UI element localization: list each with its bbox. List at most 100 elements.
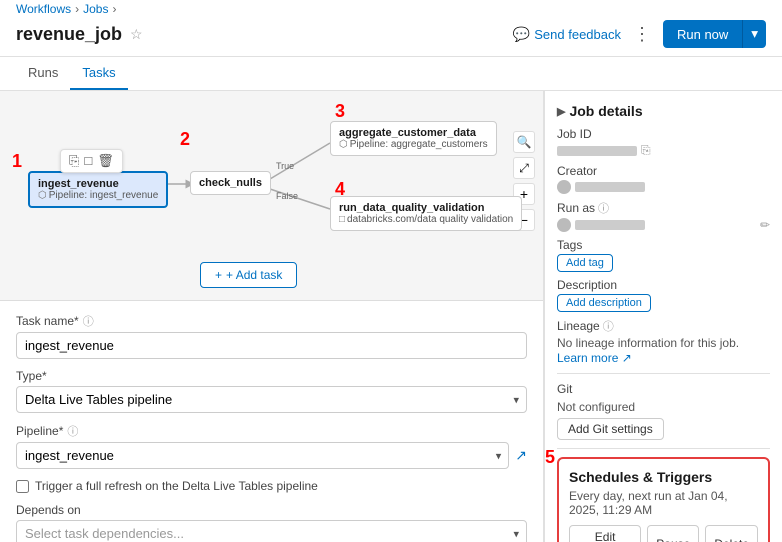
schedules-title: Schedules & Triggers — [569, 469, 758, 485]
add-task-button[interactable]: + + Add task — [200, 262, 297, 288]
run-now-group: Run now ▾ — [663, 20, 766, 48]
type-label: Type* — [16, 369, 527, 383]
page-title: revenue_job — [16, 24, 122, 45]
edit-trigger-button[interactable]: Edit trigger — [569, 525, 641, 542]
delete-button[interactable]: Delete — [705, 525, 758, 542]
add-task-label: + Add task — [226, 268, 282, 282]
type-select[interactable]: Delta Live Tables pipeline — [16, 386, 527, 413]
creator-value — [557, 180, 770, 194]
pipeline-info-icon[interactable]: ⓘ — [67, 423, 78, 439]
lineage-label: Lineage ⓘ — [557, 318, 770, 334]
task-name-label: Task name* ⓘ — [16, 313, 527, 329]
pipeline-select[interactable]: ingest_revenue — [16, 442, 509, 469]
learn-more-link[interactable]: Learn more ↗ — [557, 351, 632, 365]
depends-on-select[interactable]: Select task dependencies... — [16, 520, 527, 542]
plus-icon: + — [215, 268, 222, 282]
form-type: Type* Delta Live Tables pipeline ▾ — [16, 369, 527, 413]
pause-button[interactable]: Pause — [647, 525, 699, 542]
job-id-value: ⎘ — [557, 143, 770, 158]
run-as-edit-icon[interactable]: ✏ — [760, 218, 770, 232]
run-as-value: ✏ — [557, 218, 770, 232]
divider-1 — [557, 373, 770, 374]
git-label: Git — [557, 382, 770, 396]
node-data-quality[interactable]: run_data_quality_validation □ databricks… — [330, 196, 522, 231]
copy-icon[interactable]: ⎘ — [69, 153, 79, 169]
feedback-label: Send feedback — [534, 27, 621, 42]
breadcrumb-workflows[interactable]: Workflows — [16, 2, 71, 16]
svg-text:True: True — [276, 161, 294, 171]
edit-node-icon[interactable]: □ — [84, 153, 92, 169]
divider-2 — [557, 448, 770, 449]
tab-tasks[interactable]: Tasks — [70, 57, 127, 90]
schedules-actions: Edit trigger Pause Delete — [569, 525, 758, 542]
breadcrumb-sep2: › — [112, 2, 116, 16]
step-1: 1 — [12, 151, 22, 172]
run-now-button[interactable]: Run now — [663, 20, 742, 48]
fit-view-tool[interactable]: ⤢ — [513, 157, 535, 179]
add-git-settings-button[interactable]: Add Git settings — [557, 418, 664, 440]
job-id-row: Job ID ⎘ — [557, 127, 770, 158]
run-as-row: Run as ⓘ ✏ — [557, 200, 770, 232]
description-label: Description — [557, 278, 770, 292]
lineage-info-icon[interactable]: ⓘ — [603, 318, 614, 334]
run-as-label: Run as ⓘ — [557, 200, 770, 216]
breadcrumb-jobs[interactable]: Jobs — [83, 2, 108, 16]
creator-row: Creator — [557, 164, 770, 194]
feedback-icon: 💬 — [513, 26, 530, 43]
run-as-info-icon[interactable]: ⓘ — [598, 200, 609, 216]
job-details-title: ▶ Job details — [557, 103, 770, 119]
depends-on-label: Depends on — [16, 503, 527, 517]
right-panel: ▶ Job details Job ID ⎘ Creator — [544, 91, 782, 542]
run-now-dropdown-button[interactable]: ▾ — [742, 20, 766, 48]
node-title: ingest_revenue — [38, 178, 158, 190]
node-toolbar: ⎘ □ 🗑 — [60, 149, 123, 173]
git-text: Not configured — [557, 400, 770, 414]
step-3: 3 — [335, 101, 345, 122]
feedback-button[interactable]: 💬 Send feedback — [513, 26, 621, 43]
tags-label: Tags — [557, 238, 770, 252]
job-id-label: Job ID — [557, 127, 770, 141]
zoom-search-tool[interactable]: 🔍 — [513, 131, 535, 153]
lineage-row: Lineage ⓘ No lineage information for thi… — [557, 318, 770, 365]
schedules-section: 5 Schedules & Triggers Every day, next r… — [557, 457, 770, 542]
star-icon[interactable]: ☆ — [130, 26, 143, 43]
pipeline-label: Pipeline* ⓘ — [16, 423, 527, 439]
node-title-check: check_nulls — [199, 177, 262, 189]
svg-text:False: False — [276, 191, 298, 201]
node-title-quality: run_data_quality_validation — [339, 202, 513, 214]
node-check-nulls[interactable]: check_nulls — [190, 171, 271, 195]
job-id-copy-icon[interactable]: ⎘ — [641, 143, 651, 158]
node-sub: ⬡ Pipeline: ingest_revenue — [38, 190, 158, 201]
tags-row: Tags Add tag — [557, 238, 770, 272]
node-ingest-revenue[interactable]: ingest_revenue ⬡ Pipeline: ingest_revenu… — [28, 171, 168, 208]
description-row: Description Add description — [557, 278, 770, 312]
trigger-refresh-label[interactable]: Trigger a full refresh on the Delta Live… — [16, 479, 527, 493]
schedules-text: Every day, next run at Jan 04, 2025, 11:… — [569, 489, 758, 517]
add-description-button[interactable]: Add description — [557, 294, 651, 312]
pipeline-external-link-icon[interactable]: ↗ — [515, 447, 527, 464]
form-pipeline: Pipeline* ⓘ ingest_revenue ▾ ↗ — [16, 423, 527, 469]
node-title-aggregate: aggregate_customer_data — [339, 127, 488, 139]
form-task-name: Task name* ⓘ — [16, 313, 527, 359]
job-details-section: ▶ Job details Job ID ⎘ Creator — [557, 103, 770, 542]
step-5-badge: 5 — [545, 447, 555, 468]
step-4: 4 — [335, 179, 345, 200]
chevron-icon: ▶ — [557, 105, 565, 118]
lineage-text: No lineage information for this job. — [557, 336, 770, 350]
node-sub-quality: □ databricks.com/data quality validation — [339, 214, 513, 225]
tab-runs[interactable]: Runs — [16, 57, 70, 90]
add-tag-button[interactable]: Add tag — [557, 254, 613, 272]
delete-node-icon[interactable]: 🗑 — [97, 153, 114, 169]
form-depends-on: Depends on Select task dependencies... ▾ — [16, 503, 527, 542]
task-name-input[interactable] — [16, 332, 527, 359]
node-aggregate[interactable]: aggregate_customer_data ⬡ Pipeline: aggr… — [330, 121, 497, 156]
task-name-info-icon[interactable]: ⓘ — [83, 313, 94, 329]
node-sub-aggregate: ⬡ Pipeline: aggregate_customers — [339, 139, 488, 150]
step-2: 2 — [180, 129, 190, 150]
creator-label: Creator — [557, 164, 770, 178]
form-checkbox: Trigger a full refresh on the Delta Live… — [16, 479, 527, 493]
breadcrumb-sep1: › — [75, 2, 79, 16]
trigger-refresh-checkbox[interactable] — [16, 480, 29, 493]
git-row: Git Not configured Add Git settings — [557, 382, 770, 440]
more-options-button[interactable]: ⋮ — [629, 22, 655, 47]
